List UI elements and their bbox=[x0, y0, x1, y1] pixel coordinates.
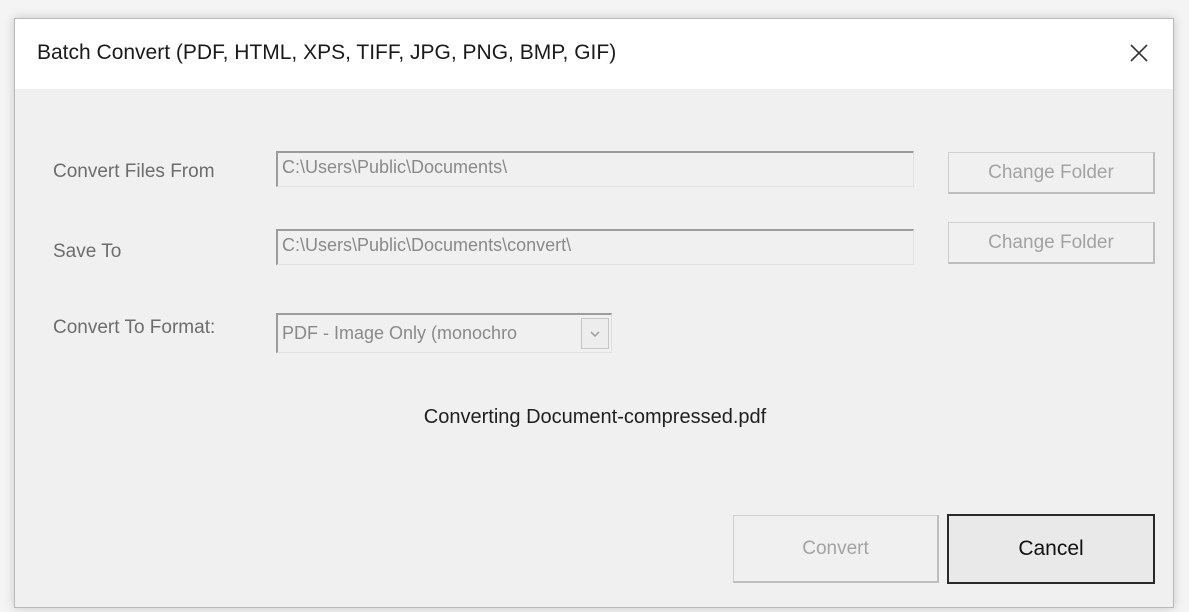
chevron-down-icon bbox=[590, 330, 600, 337]
title-bar: Batch Convert (PDF, HTML, XPS, TIFF, JPG… bbox=[15, 19, 1173, 89]
save-to-field[interactable]: C:\Users\Public\Documents\convert\ bbox=[276, 229, 914, 265]
save-to-label: Save To bbox=[53, 241, 122, 262]
convert-to-format-label: Convert To Format: bbox=[53, 317, 216, 338]
close-icon bbox=[1130, 44, 1148, 62]
convert-button[interactable]: Convert bbox=[733, 515, 939, 583]
change-folder-from-button[interactable]: Change Folder bbox=[948, 152, 1155, 194]
dropdown-arrow[interactable] bbox=[581, 318, 609, 349]
conversion-status: Converting Document-compressed.pdf bbox=[423, 406, 767, 428]
convert-files-from-label: Convert Files From bbox=[53, 161, 215, 182]
format-select-value: PDF - Image Only (monochro bbox=[282, 323, 518, 343]
change-folder-save-button[interactable]: Change Folder bbox=[948, 222, 1155, 264]
cancel-button[interactable]: Cancel bbox=[947, 514, 1155, 584]
close-button[interactable] bbox=[1119, 33, 1159, 73]
batch-convert-dialog: Batch Convert (PDF, HTML, XPS, TIFF, JPG… bbox=[14, 18, 1174, 608]
convert-files-from-field[interactable]: C:\Users\Public\Documents\ bbox=[276, 151, 914, 187]
format-select[interactable]: PDF - Image Only (monochro bbox=[276, 313, 612, 353]
dialog-title: Batch Convert (PDF, HTML, XPS, TIFF, JPG… bbox=[37, 41, 617, 64]
